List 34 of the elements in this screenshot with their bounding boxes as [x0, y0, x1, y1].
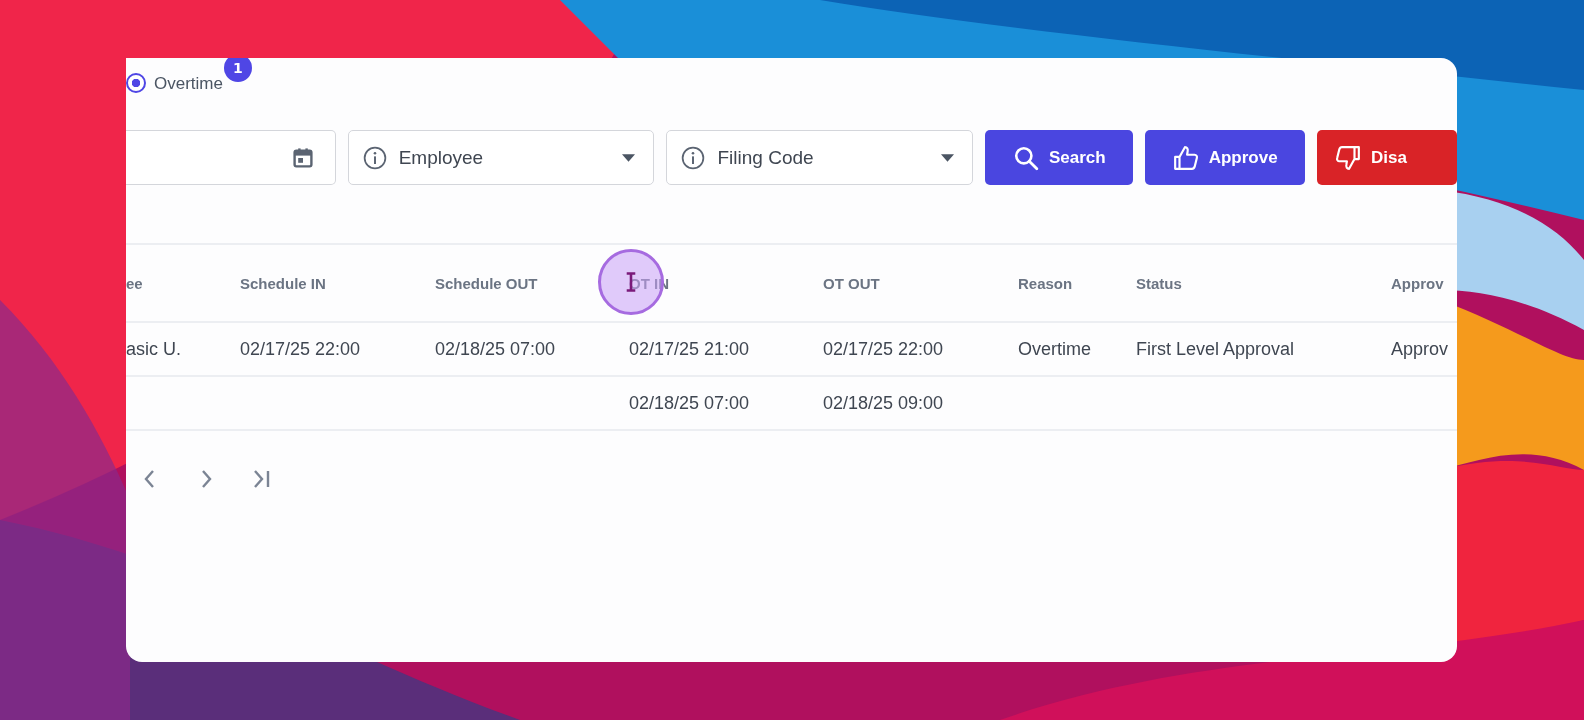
table-cell: First Level Approval [1136, 338, 1295, 359]
info-icon [362, 145, 387, 170]
table-cell: asic U. [126, 338, 181, 359]
search-icon [1012, 144, 1039, 171]
column-header: Reason [1018, 274, 1073, 292]
date-field[interactable] [126, 130, 336, 185]
column-header: Approv [1391, 274, 1444, 292]
caret-icon [941, 153, 955, 162]
column-header: OT OUT [823, 274, 880, 292]
info-icon [681, 145, 706, 170]
radio-button[interactable] [126, 73, 146, 93]
table-cell: 02/17/25 22:00 [823, 338, 944, 359]
calendar-icon [290, 145, 315, 170]
table-cell: 02/17/25 22:00 [240, 338, 361, 359]
table-cell: Overtime [1018, 338, 1091, 359]
approve-button[interactable]: Approve [1145, 130, 1305, 185]
disapprove-button[interactable]: Disa [1317, 130, 1457, 185]
caret-icon [622, 153, 636, 162]
column-header: ee [126, 274, 143, 292]
count-badge: 1 [223, 58, 252, 82]
thumbs-down-icon [1335, 144, 1361, 171]
dropdown-field[interactable]: Employee [347, 130, 655, 185]
table-cell: 02/17/25 21:00 [629, 338, 750, 359]
table-cell: Approv [1391, 338, 1449, 359]
column-header: Status [1136, 274, 1182, 292]
thumbs-up-icon [1172, 144, 1199, 171]
table-cell: 02/18/25 09:00 [823, 392, 944, 413]
column-header: Schedule IN [240, 274, 326, 292]
dropdown-field[interactable]: Filing Code [666, 130, 974, 185]
search-button[interactable]: Search [985, 130, 1134, 185]
radio-label[interactable]: Overtime [154, 74, 223, 94]
column-header: Schedule OUT [435, 274, 538, 292]
table-cell: 02/18/25 07:00 [435, 338, 556, 359]
table-cell: 02/18/25 07:00 [629, 392, 750, 413]
